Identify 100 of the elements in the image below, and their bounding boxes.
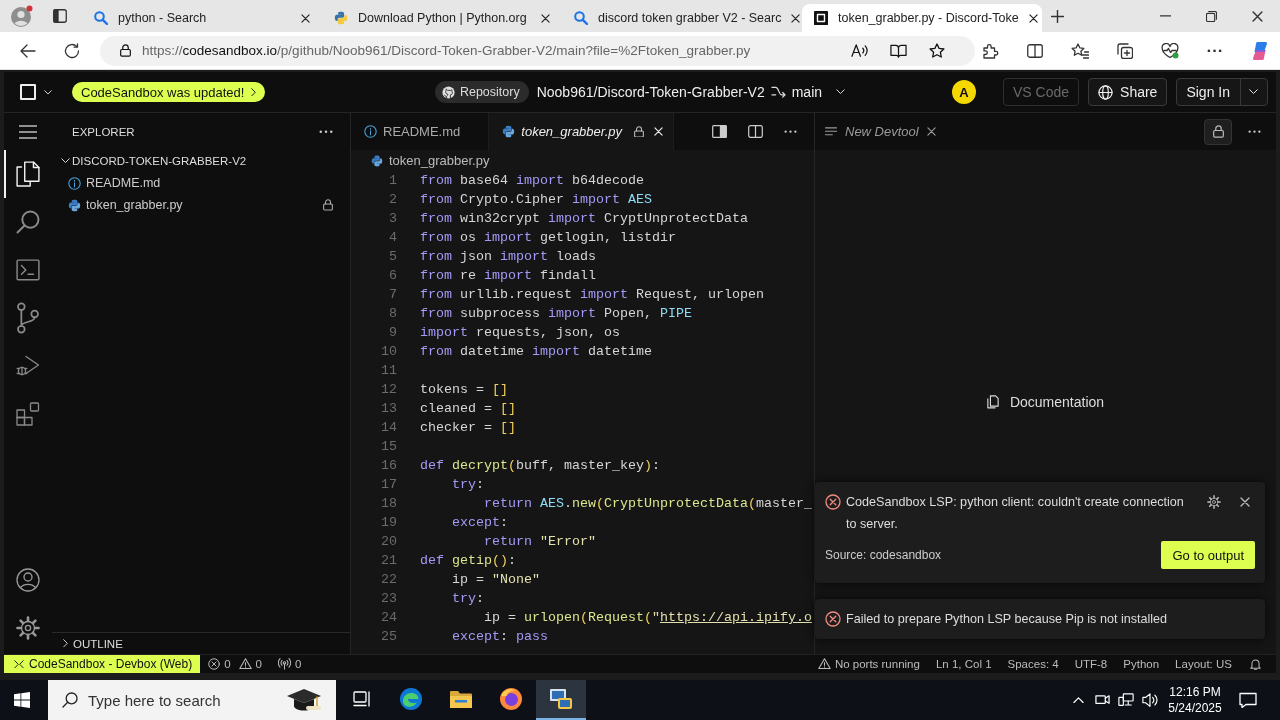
star-icon[interactable] xyxy=(929,42,945,59)
book-icon[interactable] xyxy=(890,42,907,59)
chevron-down-icon[interactable] xyxy=(836,89,846,95)
lock-icon xyxy=(634,125,644,138)
camera-icon[interactable] xyxy=(1094,693,1110,707)
copilot-icon[interactable] xyxy=(1250,40,1270,61)
documentation-link[interactable]: Documentation xyxy=(986,394,1105,410)
split-screen-icon[interactable] xyxy=(1027,43,1043,58)
edge-icon xyxy=(399,687,423,711)
chevron-right-icon xyxy=(63,639,68,648)
search-field[interactable]: Type here to search xyxy=(48,680,336,720)
volume-icon[interactable] xyxy=(1142,692,1158,708)
chevron-down-icon[interactable] xyxy=(44,89,52,95)
task-view-icon xyxy=(352,691,370,707)
panel-icon[interactable] xyxy=(712,124,727,139)
minimize-icon[interactable] xyxy=(1159,15,1171,17)
more-icon[interactable] xyxy=(1248,129,1261,134)
code-line: ip = "None" xyxy=(452,571,540,589)
browser-tab[interactable]: Download Python | Python.org xyxy=(322,4,562,32)
profile-icon[interactable] xyxy=(11,5,33,27)
warning-icon xyxy=(238,658,252,670)
refresh-icon[interactable] xyxy=(64,42,80,59)
line-number: 7 xyxy=(388,286,397,304)
split-editor-icon[interactable] xyxy=(748,124,763,139)
settings-icon[interactable] xyxy=(1207,495,1221,509)
status-item[interactable]: Python xyxy=(1115,655,1168,673)
close-icon[interactable] xyxy=(1251,10,1263,22)
favorites-icon[interactable] xyxy=(1071,42,1089,59)
search-icon xyxy=(62,692,78,708)
python-logo-icon xyxy=(334,11,348,25)
notification-icon[interactable] xyxy=(1239,692,1257,708)
heart-pulse-icon[interactable] xyxy=(1161,42,1179,59)
more-icon[interactable] xyxy=(784,129,797,134)
square-logo-icon[interactable] xyxy=(20,84,36,100)
close-icon[interactable] xyxy=(1240,497,1250,507)
status-item[interactable]: Layout: US xyxy=(1167,655,1240,673)
info-icon xyxy=(364,125,377,138)
error-icon xyxy=(825,611,841,627)
lock-icon xyxy=(323,199,333,211)
collections-icon[interactable] xyxy=(1117,42,1133,59)
status-item[interactable]: Spaces: 4 xyxy=(999,655,1067,673)
editor-tab[interactable]: token_grabber.py xyxy=(489,113,674,150)
line-number: 18 xyxy=(380,495,397,513)
status-item[interactable]: Ln 1, Col 1 xyxy=(927,655,1000,673)
network-icon[interactable] xyxy=(1118,693,1134,707)
firefox-icon xyxy=(499,687,523,711)
status-item[interactable]: No ports running xyxy=(809,655,928,673)
close-icon[interactable] xyxy=(1028,13,1038,23)
bell-icon[interactable] xyxy=(1250,657,1261,671)
chevron-up-icon[interactable] xyxy=(1072,696,1084,704)
menu-icon[interactable] xyxy=(19,124,37,139)
address-field[interactable]: https://codesandbox.io/p/github/Noob961/Discord-Token-Grabber-V2/main?file=%2Ftoken_grabber.py xyxy=(100,35,975,66)
plus-icon[interactable] xyxy=(1051,9,1064,23)
code-line: from os import getlogin, listdir xyxy=(420,229,676,247)
windows-logo-icon[interactable] xyxy=(14,692,30,708)
notification-message: Failed to prepare Python LSP because Pip is not installed xyxy=(846,611,1169,628)
line-number: 6 xyxy=(388,267,397,285)
close-icon[interactable] xyxy=(301,13,310,23)
code-line: cleaned = [] xyxy=(420,400,516,418)
folder-row[interactable]: DISCORD-TOKEN-GRABBER-V2 xyxy=(52,150,350,172)
browser-tab[interactable]: discord token grabber V2 - Searc xyxy=(562,4,802,32)
clock-time[interactable]: 12:16 PM xyxy=(1169,684,1221,700)
run-debug-icon xyxy=(16,354,40,378)
remote-indicator[interactable]: CodeSandbox - Devbox (Web) xyxy=(4,655,201,673)
close-icon[interactable] xyxy=(541,13,550,23)
files-icon xyxy=(16,160,40,188)
restore-icon[interactable] xyxy=(1205,10,1217,22)
account-icon[interactable] xyxy=(16,568,40,592)
more-icon[interactable] xyxy=(1207,48,1222,53)
puzzle-icon[interactable] xyxy=(983,42,999,59)
status-item[interactable]: UTF-8 xyxy=(1066,655,1116,673)
read-aloud-icon[interactable] xyxy=(851,43,868,58)
avatar[interactable]: A xyxy=(952,80,976,104)
line-number: 1 xyxy=(388,172,397,190)
close-icon[interactable] xyxy=(926,127,936,136)
tab-actions-icon[interactable] xyxy=(53,9,67,23)
update-notice-button[interactable]: CodeSandbox was updated! xyxy=(72,82,266,102)
taskbar-button[interactable] xyxy=(536,680,586,720)
share-button[interactable]: Share xyxy=(1088,78,1168,106)
clock-date[interactable]: 5/24/2025 xyxy=(1168,700,1222,716)
breadcrumb[interactable]: token_grabber.py xyxy=(389,153,490,168)
line-number: 17 xyxy=(380,476,397,494)
problems-button[interactable]: 0 0 xyxy=(200,655,270,673)
sign-in-button[interactable]: Sign In xyxy=(1176,78,1268,106)
python-app-icon xyxy=(549,687,573,711)
code-line: return AES.new(CryptUnprotectData(master_ xyxy=(484,495,812,513)
close-icon[interactable] xyxy=(791,13,801,23)
settings-icon[interactable] xyxy=(16,616,40,640)
more-icon[interactable] xyxy=(319,129,333,134)
go-to-output-button[interactable]: Go to output xyxy=(1161,541,1255,569)
lock-button[interactable] xyxy=(1204,118,1232,145)
browser-tab[interactable]: python - Search xyxy=(82,4,322,32)
repository-badge[interactable]: Repository xyxy=(434,81,529,103)
file-row[interactable]: token_grabber.py xyxy=(52,194,350,216)
ports-button[interactable]: 0 xyxy=(270,655,310,673)
file-row[interactable]: README.md xyxy=(52,172,350,194)
code-line: ip = urlopen(Request("https://api.ipify.o xyxy=(484,609,812,627)
error-icon xyxy=(208,658,221,670)
back-icon[interactable] xyxy=(20,43,36,58)
browser-tab[interactable]: token_grabber.py - Discord-Toke xyxy=(802,4,1042,32)
